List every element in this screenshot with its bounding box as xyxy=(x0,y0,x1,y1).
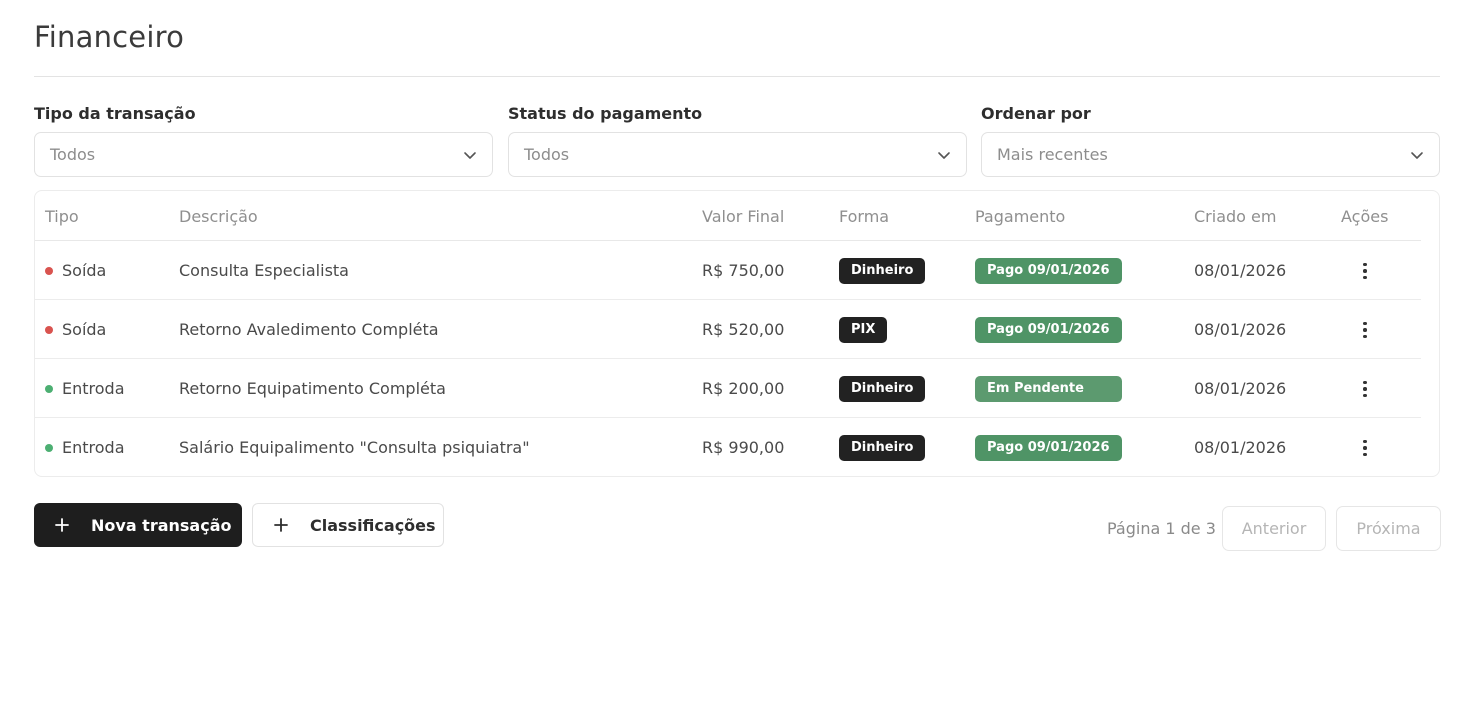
more-vertical-icon[interactable] xyxy=(1355,259,1375,283)
table-row[interactable]: Soída Consulta Especialista R$ 750,00 Di… xyxy=(35,241,1421,300)
tipo-transacao-select[interactable]: Todos xyxy=(34,132,493,177)
pagamento-badge: Pago 09/01/2026 xyxy=(975,317,1122,343)
criado-cell: 08/01/2026 xyxy=(1194,438,1287,457)
select-value: Mais recentes xyxy=(997,145,1108,164)
chevron-down-icon xyxy=(464,151,476,159)
saida-dot-icon xyxy=(45,325,53,334)
chevron-down-icon xyxy=(1411,151,1423,159)
entrada-dot-icon xyxy=(45,443,53,452)
filter-ordenar-por: Ordenar por Mais recentes xyxy=(981,104,1440,177)
filter-label: Status do pagamento xyxy=(508,104,703,123)
entrada-dot-icon xyxy=(45,384,53,393)
descricao-cell: Consulta Especialista xyxy=(179,261,349,280)
tipo-label: Entroda xyxy=(62,379,125,398)
criado-cell: 08/01/2026 xyxy=(1194,320,1287,339)
pagamento-badge: Pago 09/01/2026 xyxy=(975,258,1122,284)
table-row[interactable]: Entroda Retorno Equipatimento Compléta R… xyxy=(35,359,1421,418)
criado-cell: 08/01/2026 xyxy=(1194,379,1287,398)
table-row[interactable]: Entroda Salário Equipalimento "Consulta … xyxy=(35,418,1421,477)
descricao-cell: Salário Equipalimento "Consulta psiquiat… xyxy=(179,438,530,457)
tipo-cell: Soída xyxy=(45,261,106,280)
column-header-forma[interactable]: Forma xyxy=(839,207,889,226)
filter-status-pagamento: Status do pagamento Todos xyxy=(508,104,967,177)
descricao-cell: Retorno Avaledimento Compléta xyxy=(179,320,439,339)
descricao-cell: Retorno Equipatimento Compléta xyxy=(179,379,446,398)
table-header: Tipo Descrição Valor Final Forma Pagamen… xyxy=(35,191,1421,241)
title-divider xyxy=(34,76,1440,77)
valor-cell: R$ 200,00 xyxy=(702,379,785,398)
tipo-cell: Soída xyxy=(45,320,106,339)
ordenar-por-select[interactable]: Mais recentes xyxy=(981,132,1440,177)
column-header-pagamento[interactable]: Pagamento xyxy=(975,207,1065,226)
table-row[interactable]: Soída Retorno Avaledimento Compléta R$ 5… xyxy=(35,300,1421,359)
forma-badge: PIX xyxy=(839,317,888,343)
select-value: Todos xyxy=(524,145,570,164)
plus-icon xyxy=(55,518,69,532)
chevron-down-icon xyxy=(938,151,950,159)
more-vertical-icon[interactable] xyxy=(1355,436,1375,460)
pagamento-badge: Pago 09/01/2026 xyxy=(975,435,1122,461)
valor-cell: R$ 520,00 xyxy=(702,320,785,339)
column-header-criado[interactable]: Criado em xyxy=(1194,207,1276,226)
criado-cell: 08/01/2026 xyxy=(1194,261,1287,280)
button-label: Nova transação xyxy=(91,515,232,535)
filter-tipo-transacao: Tipo da transação Todos xyxy=(34,104,493,177)
column-header-valor[interactable]: Valor Final xyxy=(702,207,784,226)
next-page-button[interactable]: Próxima xyxy=(1336,506,1441,551)
tipo-label: Entroda xyxy=(62,438,125,457)
select-value: Todos xyxy=(50,145,96,164)
status-pagamento-select[interactable]: Todos xyxy=(508,132,967,177)
page-title: Financeiro xyxy=(34,20,185,54)
column-header-acoes: Ações xyxy=(1341,207,1389,226)
transactions-table: Tipo Descrição Valor Final Forma Pagamen… xyxy=(34,190,1440,477)
tipo-label: Soída xyxy=(62,320,107,339)
tipo-cell: Entroda xyxy=(45,438,125,457)
tipo-cell: Entroda xyxy=(45,379,125,398)
plus-icon xyxy=(274,518,288,532)
pagination-info: Página 1 de 3 xyxy=(1107,519,1216,538)
classificacoes-button[interactable]: Classificações xyxy=(252,503,444,547)
column-header-tipo[interactable]: Tipo xyxy=(45,207,79,226)
filter-label: Tipo da transação xyxy=(34,104,196,123)
forma-badge: Dinheiro xyxy=(839,258,926,284)
tipo-label: Soída xyxy=(62,261,107,280)
more-vertical-icon[interactable] xyxy=(1355,318,1375,342)
valor-cell: R$ 990,00 xyxy=(702,438,785,457)
button-label: Classificações xyxy=(310,515,436,535)
filter-label: Ordenar por xyxy=(981,104,1091,123)
valor-cell: R$ 750,00 xyxy=(702,261,785,280)
forma-badge: Dinheiro xyxy=(839,435,926,461)
previous-page-button[interactable]: Anterior xyxy=(1222,506,1326,551)
column-header-descricao[interactable]: Descrição xyxy=(179,207,258,226)
nova-transacao-button[interactable]: Nova transação xyxy=(34,503,242,547)
forma-badge: Dinheiro xyxy=(839,376,926,402)
pagamento-badge: Em Pendente xyxy=(975,376,1122,402)
saida-dot-icon xyxy=(45,266,53,275)
more-vertical-icon[interactable] xyxy=(1355,377,1375,401)
